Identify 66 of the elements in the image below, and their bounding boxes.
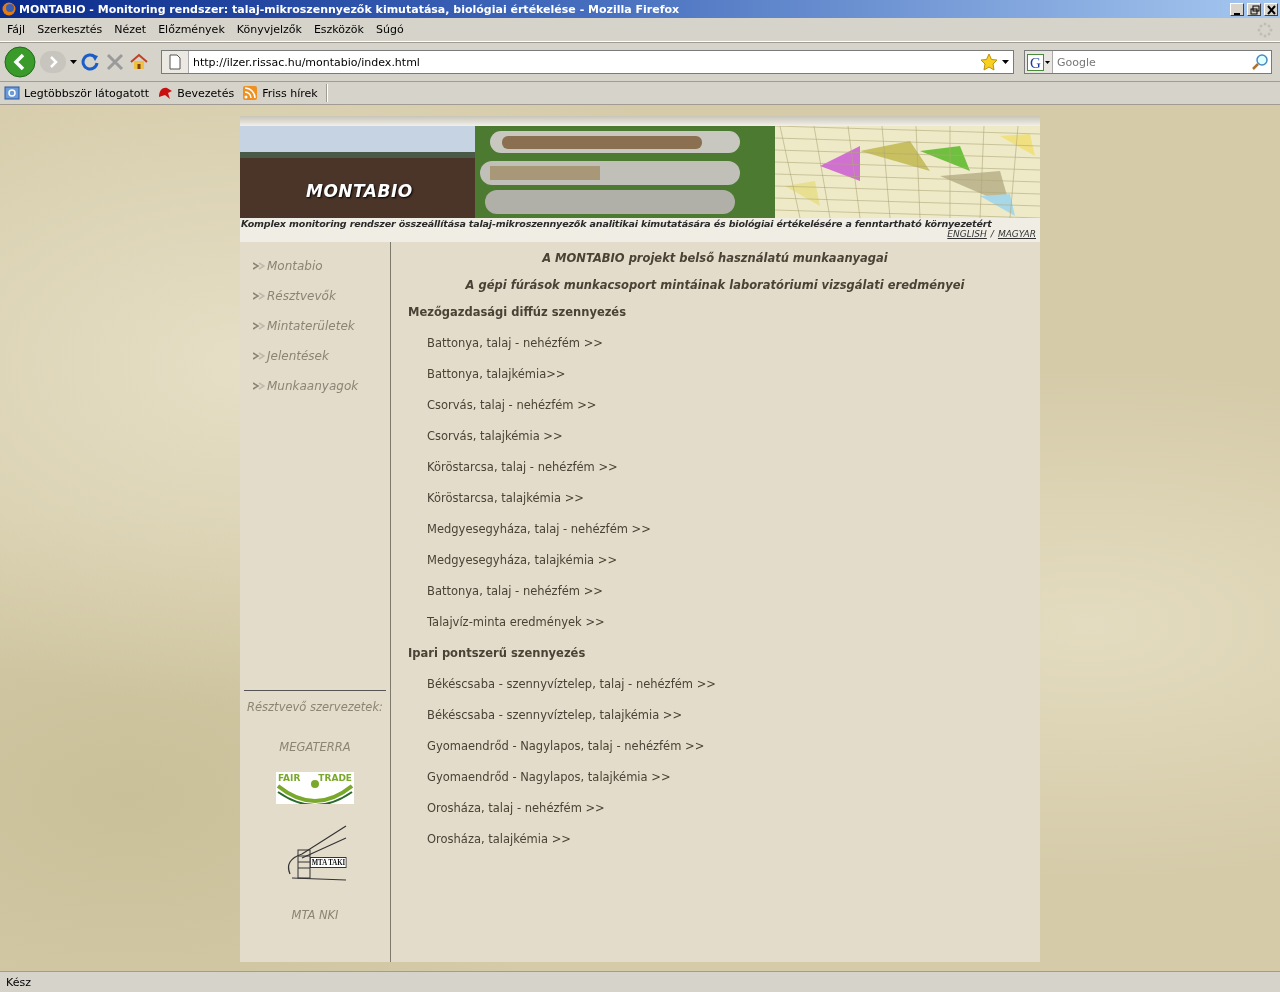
window-title: MONTABIO - Monitoring rendszer: talaj-mikroszennyezők kimutatása, biológiai értékelése - Mozilla Firefox bbox=[19, 2, 681, 16]
address-field[interactable]: http://ilzer.rissac.hu/montabio/index.html bbox=[193, 55, 976, 69]
bookmark-link[interactable]: Friss hírek bbox=[262, 86, 318, 100]
separator-text: / bbox=[990, 229, 994, 241]
report-link[interactable]: Köröstarcsa, talaj - nehézfém >> bbox=[408, 459, 618, 490]
site-title: MONTABIO bbox=[306, 181, 413, 201]
search-bar[interactable]: G Google bbox=[1024, 50, 1272, 74]
report-link[interactable]: Battonya, talajkémia>> bbox=[408, 366, 566, 397]
search-icon[interactable] bbox=[1252, 54, 1268, 70]
home-icon[interactable] bbox=[129, 52, 149, 72]
report-link[interactable]: Gyomaendrőd - Nagylapos, talaj - nehézfém >> bbox=[408, 738, 705, 769]
reload-icon[interactable] bbox=[81, 52, 101, 72]
page-heading: A gépi fúrások munkacsoport mintáinak laboratóriumi vizsgálati eredményei bbox=[464, 277, 966, 294]
report-link[interactable]: Csorvás, talaj - nehézfém >> bbox=[408, 397, 597, 428]
close-icon[interactable] bbox=[1264, 2, 1278, 16]
folder-search-icon bbox=[4, 85, 20, 101]
page-icon bbox=[169, 54, 181, 70]
search-engine-button[interactable]: G bbox=[1027, 53, 1044, 71]
partner-name: MTA NKI bbox=[291, 908, 339, 922]
address-bar[interactable]: http://ilzer.rissac.hu/montabio/index.html bbox=[161, 50, 1014, 74]
restore-icon[interactable] bbox=[1247, 2, 1261, 16]
browser-logo-icon bbox=[2, 2, 16, 16]
partner-logo: MTA TAKI bbox=[282, 824, 348, 882]
rss-feed-icon bbox=[242, 85, 259, 101]
report-link[interactable]: Medgyesegyháza, talaj - nehézfém >> bbox=[408, 521, 651, 552]
menu-item[interactable]: Fájl bbox=[3, 23, 34, 36]
report-link[interactable]: Köröstarcsa, talajkémia >> bbox=[408, 490, 584, 521]
bookmark-link[interactable]: Legtöbbször látogatott bbox=[24, 86, 150, 100]
minimize-icon[interactable] bbox=[1230, 2, 1244, 16]
dropdown-caret-icon[interactable] bbox=[70, 60, 77, 64]
partner-logo: FAIR TRADE bbox=[276, 772, 354, 804]
report-link[interactable]: Gyomaendrőd - Nagylapos, talajkémia >> bbox=[408, 769, 671, 800]
site-tagline: Komplex monitoring rendszer összeállítása talaj-mikroszennyezők analitikai kimutatására és biológiai értékelésére a fenntartható környezetért bbox=[240, 218, 1040, 229]
section-heading: Mezőgazdasági diffúz szennyezés bbox=[408, 304, 628, 321]
report-link[interactable]: Orosháza, talaj - nehézfém >> bbox=[408, 800, 605, 831]
report-link[interactable]: Battonya, talaj - nehézfém >> bbox=[408, 583, 603, 614]
language-link[interactable]: MAGYAR bbox=[997, 229, 1036, 242]
menu-item[interactable]: Szerkesztés bbox=[33, 23, 111, 36]
back-button[interactable] bbox=[4, 46, 36, 78]
report-link[interactable]: Battonya, talaj - nehézfém >> bbox=[408, 335, 603, 366]
double-chevron-icon bbox=[253, 381, 265, 390]
double-chevron-icon bbox=[253, 261, 265, 270]
menu-item[interactable]: Súgó bbox=[371, 23, 412, 36]
bookmark-star-icon[interactable] bbox=[980, 53, 998, 71]
partner-name: MEGATERRA bbox=[279, 740, 351, 754]
report-link[interactable]: Békéscsaba - szennyvíztelep, talajkémia >> bbox=[408, 707, 683, 738]
report-link[interactable]: Békéscsaba - szennyvíztelep, talaj - nehézfém >> bbox=[408, 676, 716, 707]
page-heading: A MONTABIO projekt belső használatú munkaanyagai bbox=[540, 250, 889, 267]
partners-heading: Résztvevő szervezetek: bbox=[247, 700, 383, 714]
report-link[interactable]: Medgyesegyháza, talajkémia >> bbox=[408, 552, 618, 583]
report-link[interactable]: Csorvás, talajkémia >> bbox=[408, 428, 563, 459]
menu-item[interactable]: Nézet bbox=[110, 23, 155, 36]
dropdown-caret-icon[interactable] bbox=[1002, 60, 1009, 64]
section-heading: Ipari pontszerű szennyezés bbox=[408, 645, 587, 662]
menu-item[interactable]: Előzmények bbox=[154, 23, 233, 36]
menu-item[interactable]: Könyvjelzők bbox=[232, 23, 310, 36]
language-link[interactable]: ENGLISH bbox=[947, 229, 987, 242]
double-chevron-icon bbox=[253, 351, 265, 360]
menu-item[interactable]: Eszközök bbox=[309, 23, 372, 36]
double-chevron-icon bbox=[253, 321, 265, 330]
double-chevron-icon bbox=[253, 291, 265, 300]
report-link[interactable]: Orosháza, talajkémia >> bbox=[408, 831, 571, 862]
status-text: Kész bbox=[6, 975, 31, 989]
bookmark-link[interactable]: Bevezetés bbox=[177, 86, 235, 100]
dropdown-caret-icon[interactable] bbox=[1045, 60, 1050, 64]
report-link[interactable]: Talajvíz-minta eredmények >> bbox=[408, 614, 605, 645]
